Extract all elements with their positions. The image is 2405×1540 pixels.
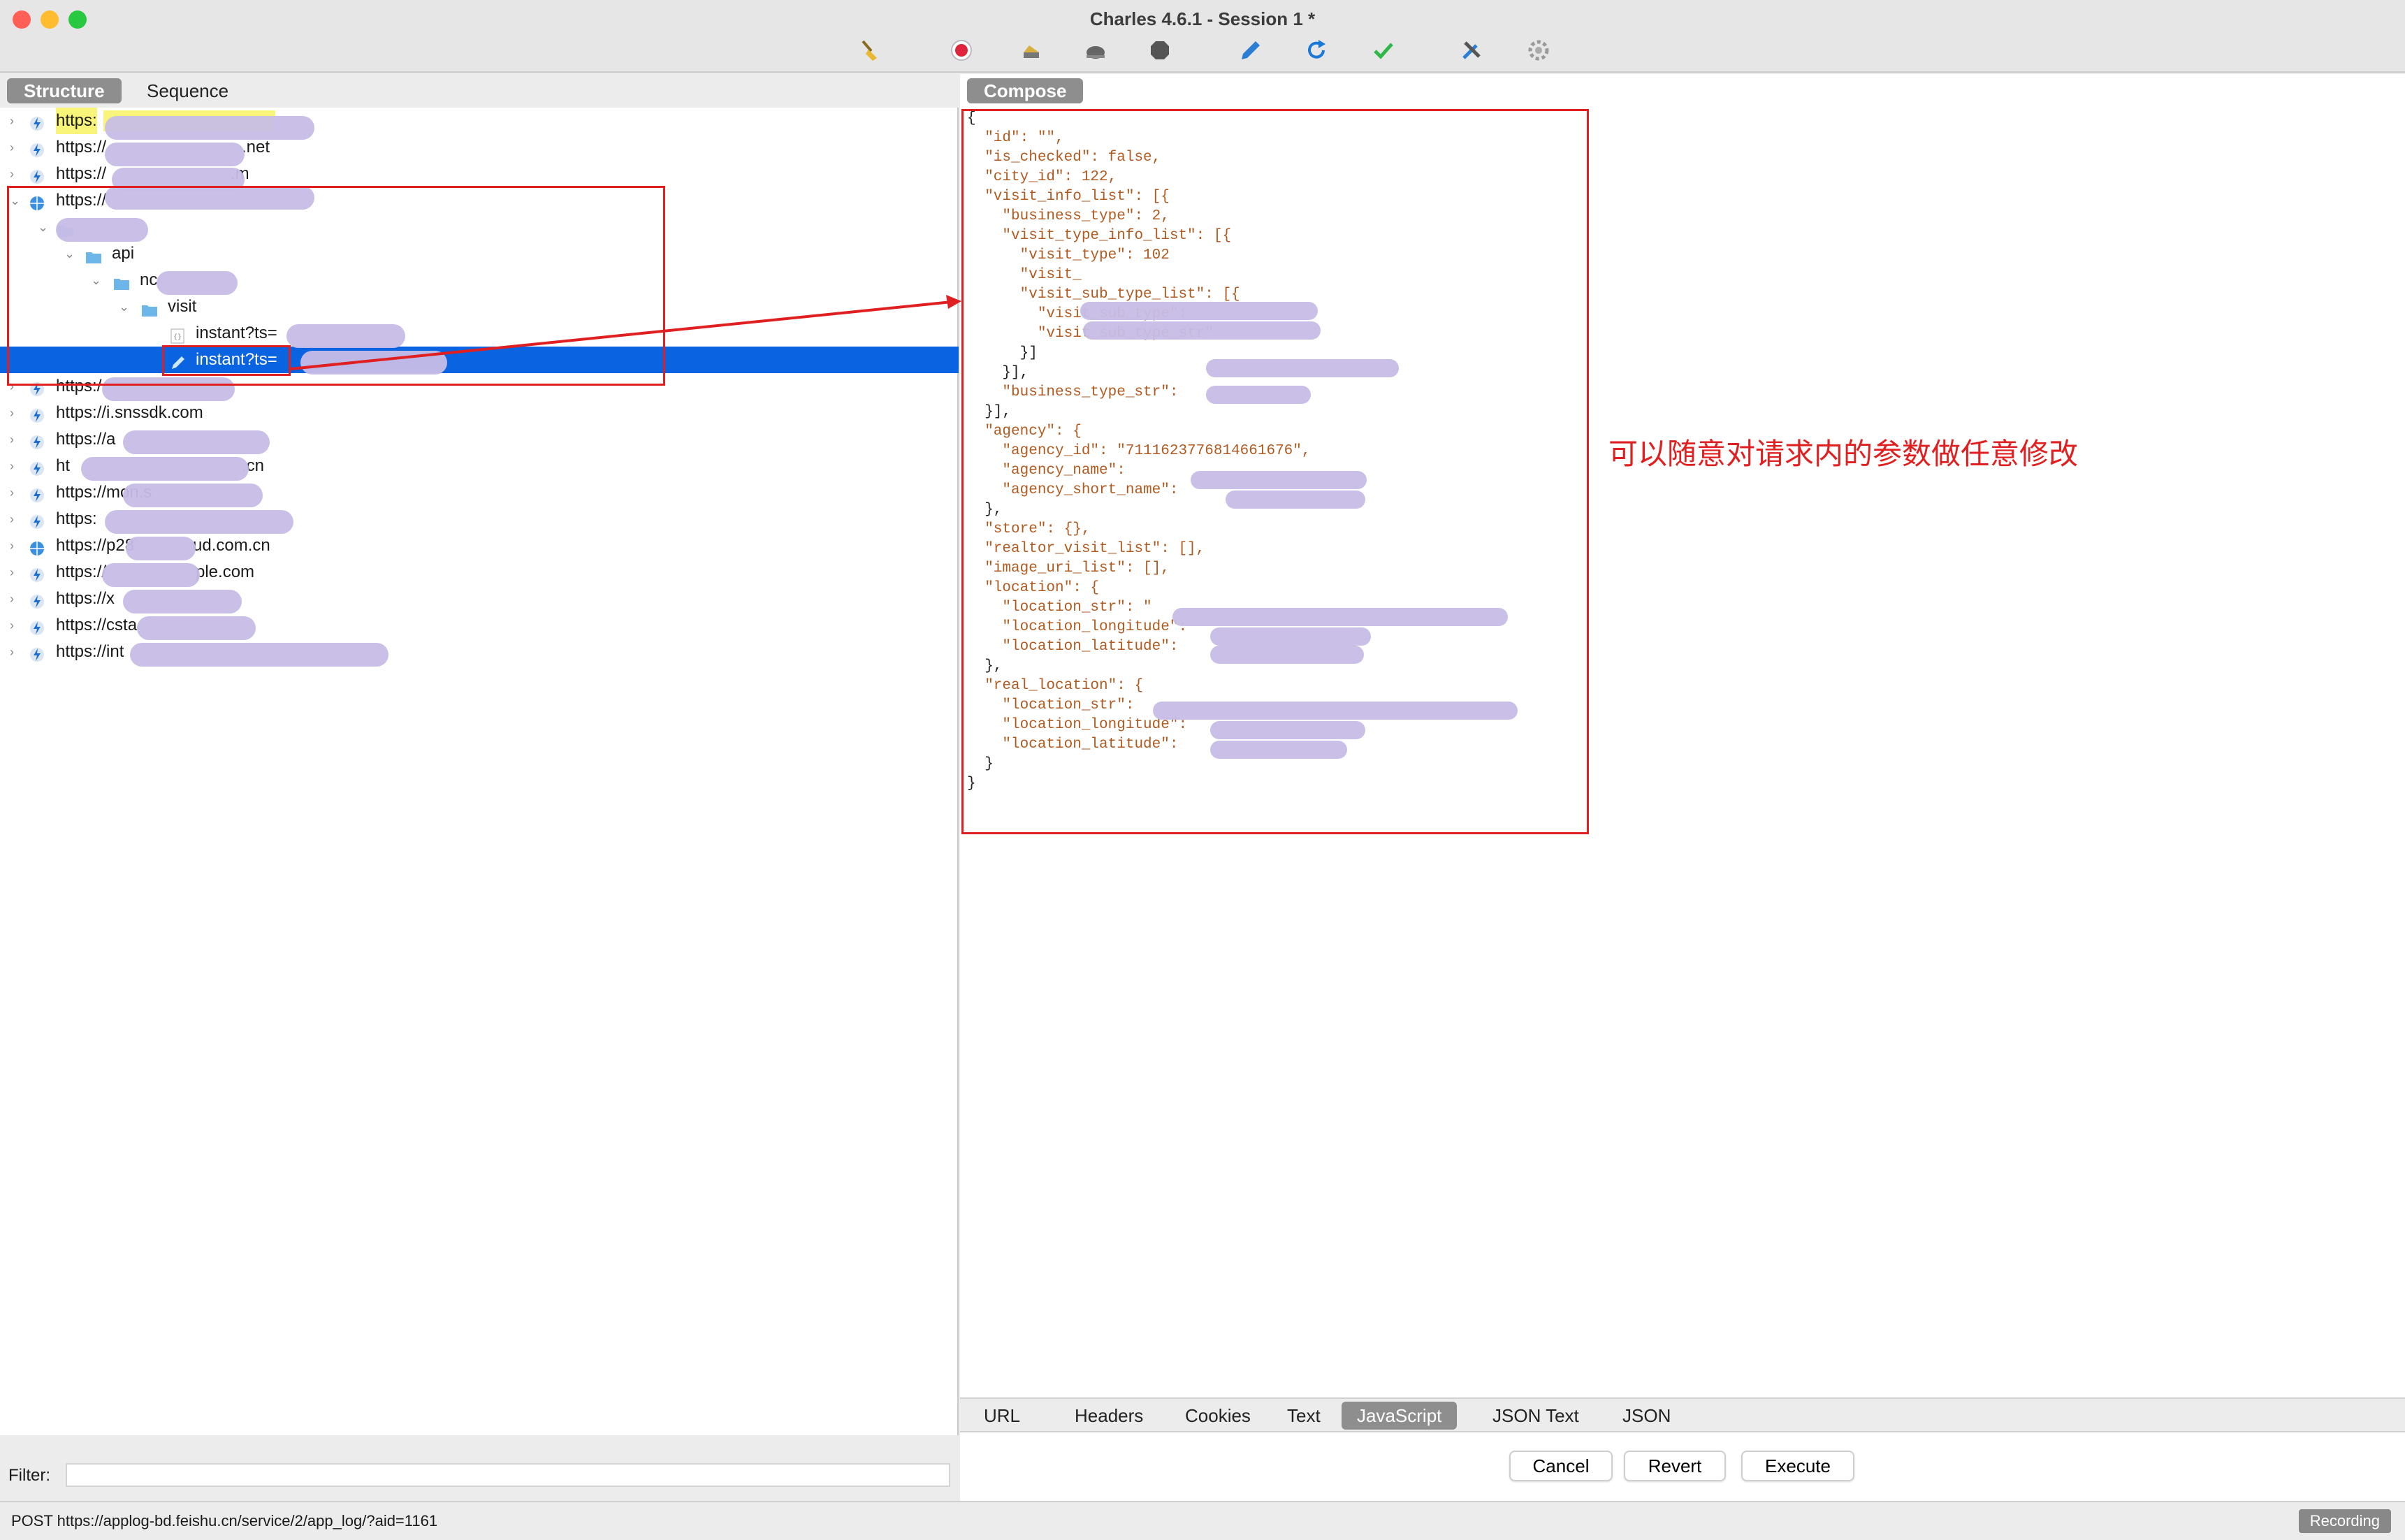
lightning-icon [29, 113, 45, 131]
tree-row-label: https: [56, 108, 97, 134]
lightning-icon [29, 644, 45, 662]
redaction-mark [105, 143, 245, 166]
chevron-right-icon[interactable]: › [10, 453, 14, 479]
viewer-tab-bar: URL Headers Cookies Text JavaScript JSON… [960, 1397, 2405, 1432]
tree-row-label: https://int [56, 642, 124, 661]
highlight-box [162, 345, 291, 376]
left-tab-bar: Structure Sequence [0, 74, 959, 108]
chevron-right-icon[interactable]: › [10, 134, 14, 161]
tab-text[interactable]: Text [1272, 1402, 1336, 1430]
redaction-mark [123, 430, 270, 454]
redaction-mark [137, 616, 256, 640]
tab-javascript[interactable]: JavaScript [1342, 1402, 1458, 1430]
redaction-mark [123, 484, 263, 507]
lightning-icon [29, 565, 45, 582]
chevron-right-icon[interactable]: › [10, 479, 14, 506]
highlight-box [961, 109, 1589, 834]
tools-icon[interactable] [1458, 36, 1485, 64]
lightning-icon [29, 511, 45, 529]
filter-label: Filter: [8, 1466, 50, 1485]
tree-row-label: https://i.snssdk.com [56, 403, 203, 422]
tree-row-host[interactable]: › https://i.snssdk.com [0, 400, 959, 426]
throttle-icon[interactable] [1017, 36, 1045, 64]
filter-bar: Filter: [0, 1460, 959, 1491]
lightning-icon [29, 166, 45, 184]
tree-row-label: https:// [56, 164, 107, 183]
tree-row-label: https:// [56, 562, 107, 581]
chevron-right-icon[interactable]: › [10, 532, 14, 559]
status-text: POST https://applog-bd.feishu.cn/service… [11, 1512, 438, 1530]
tab-compose[interactable]: Compose [967, 78, 1084, 103]
check-icon[interactable] [1369, 36, 1397, 64]
lightning-icon [29, 458, 45, 476]
tree-row-label: ht [56, 456, 71, 475]
settings-icon[interactable] [1525, 36, 1553, 64]
tree-row-label: https:// [56, 138, 107, 157]
redaction-mark [126, 537, 196, 560]
tree-row-suffix: ud.com.cn [193, 536, 270, 555]
redaction-mark [130, 643, 388, 667]
redaction-mark [105, 510, 293, 534]
chevron-right-icon[interactable]: › [10, 400, 14, 426]
redaction-mark [102, 563, 200, 587]
stop-icon[interactable] [1146, 36, 1174, 64]
redaction-mark [105, 116, 314, 140]
chevron-right-icon[interactable]: › [10, 559, 14, 586]
chevron-right-icon[interactable]: › [10, 506, 14, 532]
request-tree: › https: › https:// .net › https:// .m ⌄… [0, 108, 959, 1435]
globe-icon [29, 538, 45, 555]
record-icon[interactable] [947, 36, 975, 64]
chevron-right-icon[interactable]: › [10, 586, 14, 612]
chevron-right-icon[interactable]: › [10, 612, 14, 639]
lightning-icon [29, 485, 45, 502]
cancel-button[interactable]: Cancel [1509, 1451, 1613, 1481]
title-bar: Charles 4.6.1 - Session 1 * [0, 0, 2405, 73]
tab-json[interactable]: JSON [1607, 1402, 1686, 1430]
lightning-icon [29, 432, 45, 449]
tab-sequence[interactable]: Sequence [130, 78, 245, 103]
chevron-right-icon[interactable]: › [10, 161, 14, 187]
tree-row-suffix: ple.com [196, 562, 255, 581]
tree-row-label: https://a [56, 430, 116, 449]
turtle-icon[interactable] [1082, 36, 1110, 64]
tab-json-text[interactable]: JSON Text [1477, 1402, 1594, 1430]
chevron-right-icon[interactable]: › [10, 426, 14, 453]
tab-structure[interactable]: Structure [7, 78, 122, 103]
tree-row-label: https: [56, 509, 97, 528]
window-title: Charles 4.6.1 - Session 1 * [1089, 8, 1316, 29]
tab-headers[interactable]: Headers [1059, 1402, 1158, 1430]
pen-icon[interactable] [1237, 36, 1265, 64]
annotation-text: 可以随意对请求内的参数做任意修改 [1608, 437, 2079, 470]
lightning-icon [29, 618, 45, 635]
execute-button[interactable]: Execute [1741, 1451, 1854, 1481]
chevron-right-icon[interactable]: › [10, 108, 14, 134]
compose-pane: Compose { "id": "", "is_checked": false,… [960, 74, 2405, 1501]
redaction-mark [81, 457, 249, 481]
recording-badge[interactable]: Recording [2298, 1509, 2391, 1533]
lightning-icon [29, 405, 45, 423]
filter-input[interactable] [66, 1463, 950, 1487]
status-bar: POST https://applog-bd.feishu.cn/service… [0, 1501, 2405, 1540]
lightning-icon [29, 591, 45, 609]
tab-url[interactable]: URL [968, 1402, 1036, 1430]
redaction-mark [123, 590, 242, 613]
broom-icon[interactable] [855, 36, 883, 64]
lightning-icon [29, 140, 45, 157]
tab-cookies[interactable]: Cookies [1170, 1402, 1266, 1430]
tree-row-label: https://p28 [56, 536, 135, 555]
refresh-icon[interactable] [1302, 36, 1330, 64]
highlight-box [7, 186, 665, 386]
tree-row-label: https://csta [56, 616, 138, 634]
chevron-right-icon[interactable]: › [10, 639, 14, 665]
revert-button[interactable]: Revert [1624, 1451, 1726, 1481]
tree-row-label: https://x [56, 589, 115, 608]
